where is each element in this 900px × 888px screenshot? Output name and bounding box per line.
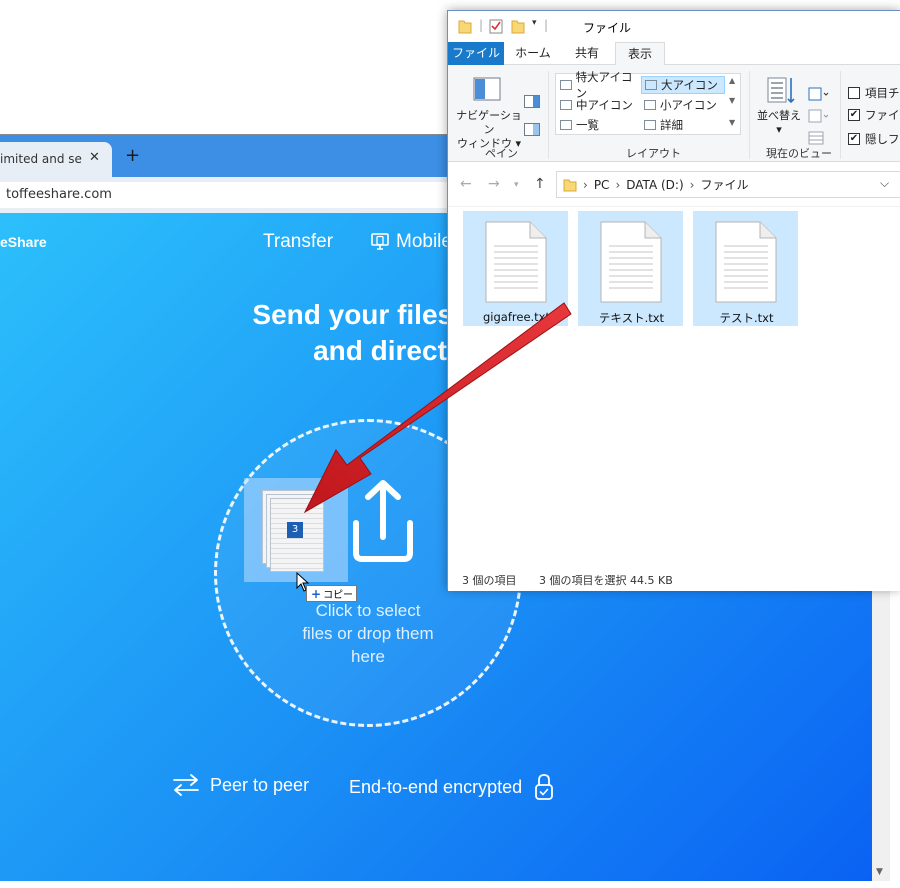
drag-direction-arrow bbox=[303, 302, 572, 514]
